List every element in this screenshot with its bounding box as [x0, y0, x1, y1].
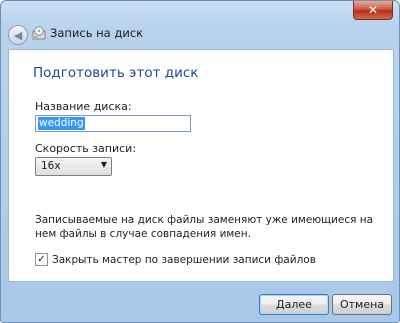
- write-speed-select[interactable]: 16x ▼: [35, 157, 112, 176]
- write-speed-label: Скорость записи:: [35, 142, 137, 155]
- close-wizard-checkbox-label: Закрыть мастер по завершении записи файл…: [52, 253, 316, 266]
- close-wizard-checkbox[interactable]: ✓: [35, 253, 48, 266]
- overwrite-note: Записываемые на диск файлы заменяют уже …: [35, 214, 374, 240]
- close-button[interactable]: ✕: [353, 1, 393, 20]
- write-speed-value: 16x: [41, 160, 61, 172]
- burn-disc-wizard-window: ✕ ◀ Запись на диск Подготовить этот диск…: [0, 0, 400, 323]
- page-title: Подготовить этот диск: [33, 65, 199, 81]
- disc-burn-icon: [32, 26, 46, 40]
- next-button[interactable]: Далее: [259, 294, 329, 315]
- window-title: Запись на диск: [50, 26, 144, 40]
- title-bar: ✕ ◀ Запись на диск: [1, 1, 399, 45]
- chevron-down-icon: ▼: [100, 160, 107, 169]
- wizard-content-panel: Подготовить этот диск Название диска: we…: [8, 49, 394, 282]
- disc-name-input[interactable]: wedding: [35, 115, 191, 132]
- cancel-button[interactable]: Отмена: [332, 294, 392, 315]
- disc-name-label: Название диска:: [35, 100, 132, 113]
- disc-name-value: wedding: [38, 117, 85, 130]
- back-arrow-icon: ◀: [13, 28, 23, 42]
- close-icon: ✕: [367, 3, 379, 17]
- checkmark-icon: ✓: [37, 254, 46, 265]
- close-wizard-option[interactable]: ✓ Закрыть мастер по завершении записи фа…: [35, 253, 316, 266]
- back-button[interactable]: ◀: [8, 25, 28, 45]
